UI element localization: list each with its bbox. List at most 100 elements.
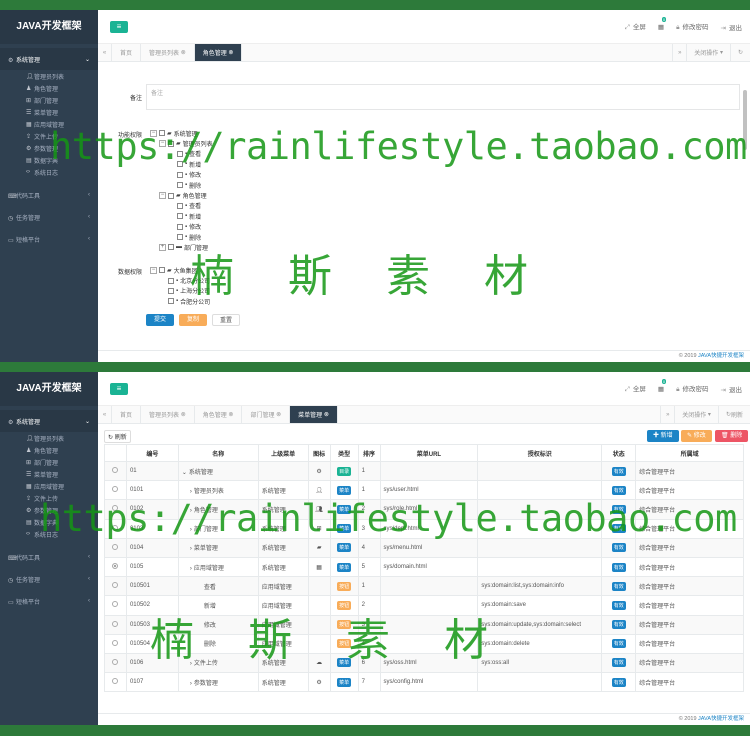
- remark-textarea[interactable]: 备注: [146, 84, 740, 110]
- sidebar-item-9[interactable]: ‹› 系统日志: [0, 528, 98, 540]
- sidebar-item-8[interactable]: ▤ 数据字典: [0, 516, 98, 528]
- sidebar-group-code-tools[interactable]: ⌨代码工具 ‹: [0, 546, 98, 568]
- table-row[interactable]: 0105 › 应用域管理 系统管理 ▦ 菜单 5 sys/domain.html 有效 综合管理平…: [104, 556, 744, 578]
- tab-home[interactable]: 首页: [112, 406, 142, 423]
- tree-checkbox[interactable]: [177, 213, 183, 220]
- change-password-link[interactable]: 🔒︎ 修改密码: [676, 383, 708, 394]
- row-radio[interactable]: [112, 563, 119, 570]
- row-radio[interactable]: [112, 524, 119, 531]
- scrollbar[interactable]: [743, 90, 747, 150]
- tree-caret-icon[interactable]: ›: [190, 661, 192, 667]
- row-radio[interactable]: [112, 505, 119, 512]
- close-operations-dropdown[interactable]: 关闭操作 ▾: [674, 406, 718, 423]
- submit-button[interactable]: 提交: [146, 314, 174, 326]
- tree-checkbox[interactable]: [177, 182, 183, 189]
- sidebar-group-system[interactable]: ⚙ 系统管理 ⌄: [0, 410, 98, 432]
- table-row[interactable]: 0104 › 菜单管理 系统管理 ▰ 菜单 4 sys/menu.html 有效 综合管理平台: [104, 537, 744, 558]
- add-button[interactable]: ✚ 新增: [647, 430, 679, 442]
- refresh-button[interactable]: ↻ 刷新: [104, 430, 131, 443]
- footer-link[interactable]: JAVA快捷开发框架: [698, 353, 744, 359]
- logout-link[interactable]: ⇥ 退出: [721, 22, 742, 32]
- tree-node[interactable]: ▪ 北京分公司: [150, 275, 210, 285]
- table-row[interactable]: 0102 › 角色管理 系统管理 👥︎ 菜单 2 sys/role.html 有效 综合管理平台: [104, 499, 744, 520]
- copy-button[interactable]: 复制: [179, 314, 207, 326]
- tree-checkbox[interactable]: [168, 277, 174, 284]
- close-operations-dropdown[interactable]: 关闭操作 ▾: [686, 44, 730, 61]
- tree-checkbox[interactable]: [168, 244, 174, 251]
- reset-button[interactable]: 重置: [212, 314, 240, 326]
- table-row[interactable]: 0101 › 管理员列表 系统管理 👤︎ 菜单 1 sys/user.html 有效 综合管理平台: [104, 480, 744, 501]
- tree-expand-toggle[interactable]: −: [159, 140, 166, 148]
- table-row[interactable]: 010503 修改 应用域管理 按钮 3 sys:domain:update,sys:do…: [104, 614, 744, 635]
- sidebar-item-7[interactable]: ⚙ 参数管理: [0, 504, 98, 516]
- tree-node[interactable]: − ▰ 角色管理: [150, 190, 213, 200]
- tab-role-management[interactable]: 角色管理 ⊗: [195, 406, 243, 423]
- tree-expand-toggle[interactable]: −: [159, 192, 166, 200]
- tab-admin-list[interactable]: 管理员列表 ⊗: [141, 44, 195, 61]
- tab-menu-management[interactable]: 菜单管理 ⊗: [290, 406, 338, 423]
- sidebar-item-9[interactable]: ‹› 系统日志: [0, 166, 98, 178]
- fullscreen-button[interactable]: ⤢ 全屏: [625, 21, 646, 32]
- tree-node[interactable]: ▪ 新增: [150, 159, 213, 169]
- tab-scroll-right-button[interactable]: »: [660, 406, 674, 423]
- sidebar-group-tasks[interactable]: ◷ 任务管理 ‹: [0, 568, 98, 590]
- tree-node[interactable]: − ▰ 系统管理: [150, 128, 213, 138]
- tree-caret-icon[interactable]: ›: [190, 681, 192, 687]
- tree-node[interactable]: ▪ 上海分公司: [150, 286, 210, 296]
- tree-checkbox[interactable]: [177, 223, 183, 230]
- tab-scroll-left-button[interactable]: «: [98, 406, 112, 423]
- tree-caret-icon[interactable]: ›: [190, 527, 192, 533]
- sidebar-group-tasks[interactable]: ◷ 任务管理 ‹: [0, 206, 98, 228]
- row-radio[interactable]: [112, 658, 119, 665]
- sidebar-item-4[interactable]: ☰ 菜单管理: [0, 106, 98, 118]
- table-row[interactable]: 010501 查看 应用域管理 按钮 1 sys:domain:list,sys:doma…: [104, 576, 744, 597]
- sidebar-group-sms[interactable]: ▭ 短格平台 ‹: [0, 590, 98, 612]
- tree-expand-toggle[interactable]: −: [150, 129, 157, 137]
- row-radio[interactable]: [112, 620, 119, 627]
- sidebar-item-6[interactable]: ⇪ 文件上传: [0, 492, 98, 504]
- sidebar-group-code-tools[interactable]: ⌨代码工具 ‹: [0, 184, 98, 206]
- tree-checkbox[interactable]: [159, 267, 165, 274]
- tree-node[interactable]: ▪ 合肥分公司: [150, 296, 210, 306]
- table-row[interactable]: 0107 › 参数管理 系统管理 ⚙ 菜单 7 sys/config.html 有效 综合管理平台: [104, 672, 744, 693]
- sidebar-item-2[interactable]: ♟ 角色管理: [0, 444, 98, 456]
- sidebar-item-3[interactable]: ⊞ 部门管理: [0, 456, 98, 468]
- tree-node[interactable]: ▪ 查看: [150, 149, 213, 159]
- tree-checkbox[interactable]: [177, 150, 183, 157]
- tab-role-management[interactable]: 角色管理 ⊗: [194, 44, 243, 61]
- delete-button[interactable]: 🗑︎ 删除: [715, 430, 749, 442]
- row-radio[interactable]: [112, 678, 119, 685]
- refresh-tab-button[interactable]: ↻: [729, 44, 750, 61]
- row-radio[interactable]: [112, 543, 119, 550]
- table-row[interactable]: 01 ⌄ 系统管理 ⚙ 目录 1 有效 综合管理平台: [104, 460, 744, 482]
- sidebar-item-6[interactable]: ⇪ 文件上传: [0, 130, 98, 142]
- sidebar-item-7[interactable]: ⚙ 参数管理: [0, 142, 98, 154]
- sidebar-item-3[interactable]: ⊞ 部门管理: [0, 94, 98, 106]
- tree-node[interactable]: + ▬ 部门管理: [150, 242, 213, 252]
- menu-toggle-button[interactable]: ≡: [110, 20, 128, 33]
- tab-admin-list[interactable]: 管理员列表 ⊗: [141, 406, 195, 423]
- sidebar-item-5[interactable]: ▦ 应用域管理: [0, 118, 98, 130]
- tree-node[interactable]: ▪ 删除: [150, 232, 213, 242]
- sidebar-group-system[interactable]: ⚙ 系统管理 ⌄: [0, 48, 98, 70]
- sidebar-item-8[interactable]: ▤ 数据字典: [0, 154, 98, 166]
- logout-link[interactable]: ⇥ 退出: [721, 384, 742, 394]
- sidebar-item-5[interactable]: ▦ 应用域管理: [0, 480, 98, 492]
- tree-node[interactable]: ▪ 修改: [150, 170, 213, 180]
- sidebar-item-1[interactable]: 👤︎ 管理员列表: [0, 432, 98, 444]
- tab-scroll-left-button[interactable]: «: [98, 44, 112, 61]
- tree-caret-icon[interactable]: ⌄: [182, 470, 187, 476]
- message-button[interactable]: ▦ 0: [658, 16, 667, 31]
- tree-node[interactable]: ▪ 删除: [150, 180, 213, 190]
- tree-checkbox[interactable]: [168, 287, 174, 294]
- tree-checkbox[interactable]: [168, 192, 174, 199]
- row-radio[interactable]: [112, 486, 119, 493]
- tree-expand-toggle[interactable]: −: [150, 266, 157, 274]
- edit-button[interactable]: ✎ 修改: [681, 430, 712, 442]
- tree-checkbox[interactable]: [177, 202, 183, 209]
- tab-scroll-right-button[interactable]: »: [672, 44, 686, 61]
- table-row[interactable]: 010504 删除 应用域管理 按钮 4 sys:domain:delete 有效 综合管理平…: [104, 633, 744, 654]
- tree-node[interactable]: ▪ 查看: [150, 201, 213, 211]
- tree-node[interactable]: ▪ 新增: [150, 211, 213, 221]
- row-radio[interactable]: [112, 601, 119, 608]
